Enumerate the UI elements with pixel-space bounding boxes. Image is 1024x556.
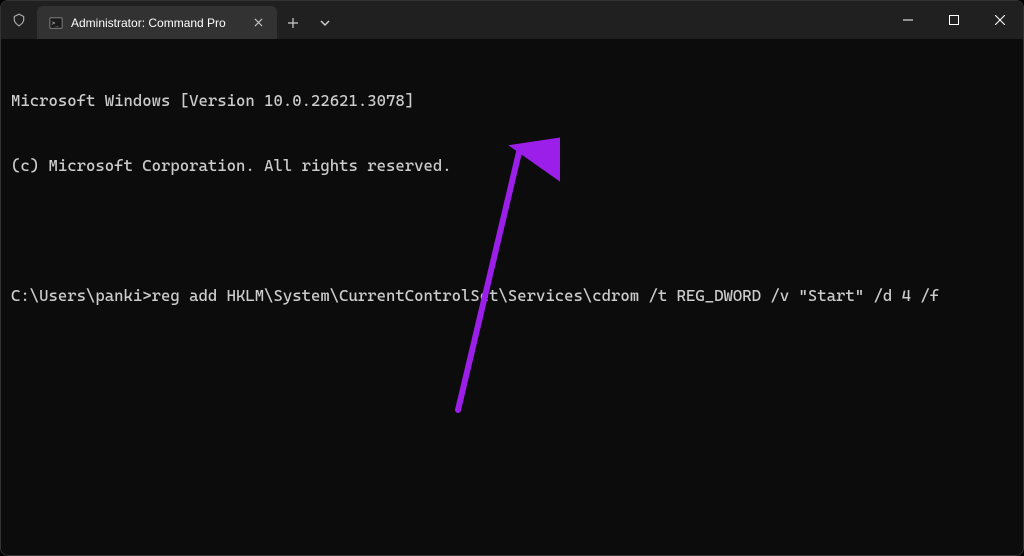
shield-icon [11, 12, 27, 28]
titlebar-drag-region[interactable] [341, 1, 885, 39]
active-tab[interactable]: >_ Administrator: Command Pro [37, 6, 277, 39]
banner-line-2: (c) Microsoft Corporation. All rights re… [11, 155, 1013, 177]
maximize-button[interactable] [931, 1, 977, 39]
window-controls [885, 1, 1023, 39]
prompt-line: C:\Users\panki>reg add HKLM\System\Curre… [11, 285, 1013, 307]
tab-dropdown-button[interactable] [309, 6, 341, 39]
cmd-icon: >_ [49, 16, 63, 30]
prompt-text: C:\Users\panki> [11, 286, 152, 305]
terminal-window: >_ Administrator: Command Pro [0, 0, 1024, 556]
banner-line-1: Microsoft Windows [Version 10.0.22621.30… [11, 90, 1013, 112]
command-text: reg add HKLM\System\CurrentControlSet\Se… [152, 286, 940, 305]
minimize-button[interactable] [885, 1, 931, 39]
terminal-content[interactable]: Microsoft Windows [Version 10.0.22621.30… [1, 39, 1023, 555]
svg-text:>_: >_ [52, 19, 60, 26]
new-tab-button[interactable] [277, 6, 309, 39]
blank-line [11, 220, 1013, 242]
titlebar: >_ Administrator: Command Pro [1, 1, 1023, 39]
tab-title: Administrator: Command Pro [71, 16, 241, 30]
tab-close-button[interactable] [249, 14, 267, 32]
titlebar-left [1, 1, 33, 39]
close-button[interactable] [977, 1, 1023, 39]
